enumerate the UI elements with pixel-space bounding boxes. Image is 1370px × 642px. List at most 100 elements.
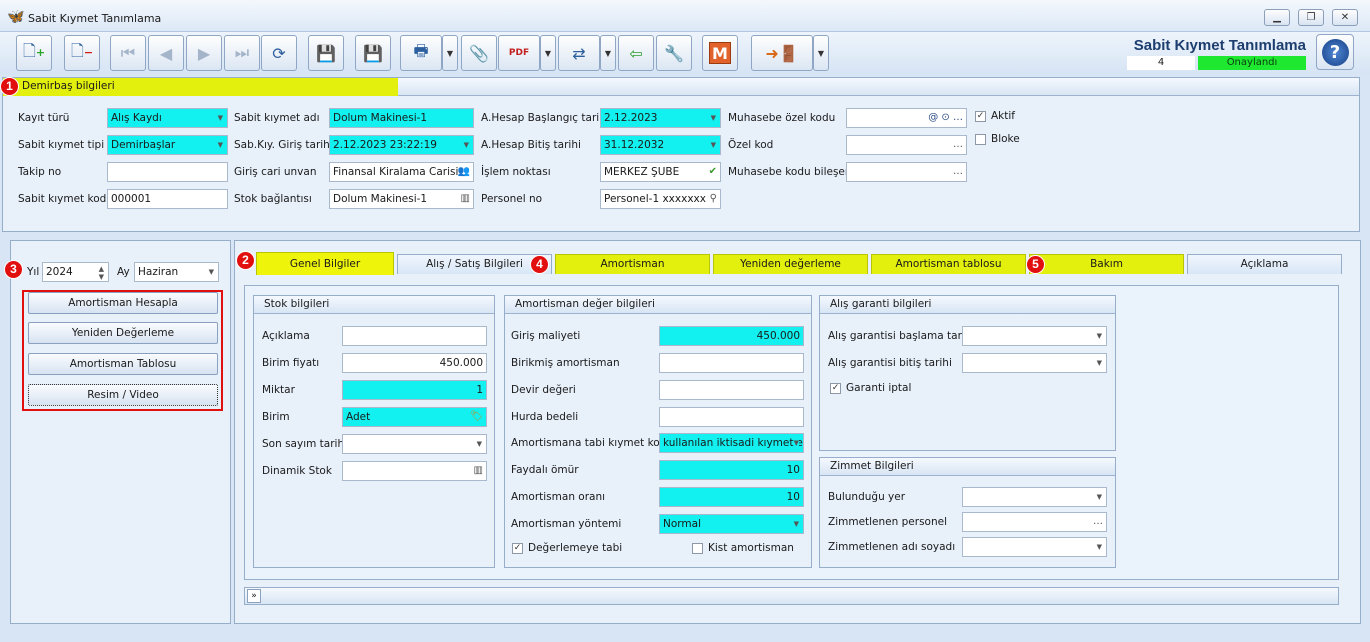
amortisman-yontemi-select[interactable]: Normal ▼: [659, 514, 804, 534]
amortisman-tablosu-button[interactable]: Amortisman Tablosu: [28, 353, 218, 375]
tabi-kiymet-kodu-select[interactable]: kullanılan iktisadi kıymetler ▼: [659, 433, 804, 453]
tag-icon[interactable]: 🏷: [470, 408, 483, 426]
giris-maliyeti-input[interactable]: 450.000: [659, 326, 804, 346]
son-sayim-picker[interactable]: ▼: [342, 434, 487, 454]
ellipsis-icon[interactable]: …: [953, 163, 963, 181]
zimmet-personel-input[interactable]: …: [962, 512, 1107, 532]
devir-degeri-input[interactable]: [659, 380, 804, 400]
new-record-button[interactable]: 🗋+: [16, 35, 52, 71]
stok-aciklama-input[interactable]: [342, 326, 487, 346]
degerlemeye-tabi-checkbox[interactable]: ✓: [512, 543, 523, 554]
sk-tipi-select[interactable]: Demirbaşlar ▼: [107, 135, 228, 155]
aktif-checkbox[interactable]: ✓: [975, 111, 986, 122]
bulundugu-yer-select[interactable]: ▼: [962, 487, 1107, 507]
import-button[interactable]: ⇦: [618, 35, 654, 71]
delete-record-button[interactable]: 🗋−: [64, 35, 100, 71]
muh-kodu-bileseni-input[interactable]: …: [846, 162, 967, 182]
check-icon[interactable]: ✔: [709, 163, 717, 181]
zimmet-title: Zimmet Bilgileri: [820, 458, 1115, 476]
sk-kodu-input[interactable]: 000001: [107, 189, 228, 209]
hurda-bedeli-input[interactable]: [659, 407, 804, 427]
cancel-save-button[interactable]: 💾: [355, 35, 391, 71]
kayit-turu-select[interactable]: Alış Kaydı ▼: [107, 108, 228, 128]
at-lookup-icon[interactable]: @ ⊙ …: [928, 109, 963, 127]
save-button[interactable]: 💾: [308, 35, 344, 71]
birikmis-amortisman-input[interactable]: [659, 353, 804, 373]
dinamik-stok-input[interactable]: ▥: [342, 461, 487, 481]
transfer-dropdown[interactable]: ▼: [600, 35, 616, 71]
kist-amortisman-checkbox[interactable]: [692, 543, 703, 554]
prev-record-button[interactable]: ◀: [148, 35, 184, 71]
next-record-button[interactable]: ▶: [186, 35, 222, 71]
expand-icon[interactable]: »: [247, 589, 261, 603]
print-button[interactable]: 🖶: [400, 35, 442, 71]
ellipsis-icon[interactable]: …: [953, 136, 963, 154]
tab-amortisman[interactable]: Amortisman: [555, 254, 710, 274]
personel-no-input[interactable]: Personel-1 xxxxxxx ⚲: [600, 189, 721, 209]
refresh-button[interactable]: ⟳: [261, 35, 297, 71]
garanti-baslama-picker[interactable]: ▼: [962, 326, 1107, 346]
demirbas-title: Demirbaş bilgileri: [22, 80, 115, 92]
people-icon[interactable]: 👥: [458, 163, 470, 181]
spin-icon: ▲ ▼: [98, 265, 104, 281]
exit-dropdown[interactable]: ▼: [813, 35, 829, 71]
attach-button[interactable]: 📎: [461, 35, 497, 71]
save-icon: 💾: [316, 43, 336, 63]
chevron-down-icon: ▼: [544, 48, 552, 58]
amortisman-orani-input[interactable]: 10: [659, 487, 804, 507]
ahesap-bitis-picker[interactable]: 31.12.2032 ▼: [600, 135, 721, 155]
ozel-kod-input[interactable]: …: [846, 135, 967, 155]
exit-button[interactable]: ➜🚪: [751, 35, 813, 71]
minimize-button[interactable]: ▁: [1264, 9, 1290, 26]
stok-baglantisi-input[interactable]: Dolum Makinesi-1 ▥: [329, 189, 474, 209]
pdf-dropdown[interactable]: ▼: [540, 35, 556, 71]
last-record-button[interactable]: ⏭: [224, 35, 260, 71]
tools-button[interactable]: 🔧: [656, 35, 692, 71]
person-search-icon[interactable]: ⚲: [710, 190, 717, 208]
giris-tarihi-picker[interactable]: 2.12.2023 23:22:19 ▼: [329, 135, 474, 155]
chevron-down-icon: ▼: [208, 268, 214, 276]
sk-adi-input[interactable]: Dolum Makinesi-1: [329, 108, 474, 128]
birim-input[interactable]: Adet 🏷: [342, 407, 487, 427]
garanti-bitis-picker[interactable]: ▼: [962, 353, 1107, 373]
tab-alis-satis[interactable]: Alış / Satış Bilgileri: [397, 254, 552, 274]
tab-yeniden-degerleme[interactable]: Yeniden değerleme: [713, 254, 868, 274]
first-record-button[interactable]: ⏮: [110, 35, 146, 71]
barcode-icon[interactable]: ▥: [461, 190, 470, 208]
amortisman-orani-label: Amortisman oranı: [511, 491, 606, 503]
pdf-export-button[interactable]: PDF: [498, 35, 540, 71]
ay-select[interactable]: Haziran ▼: [134, 262, 219, 282]
amortisman-hesapla-button[interactable]: Amortisman Hesapla: [28, 292, 218, 314]
miktar-input[interactable]: 1: [342, 380, 487, 400]
yil-spinner[interactable]: 2024 ▲ ▼: [42, 262, 109, 282]
amortisman-yontemi-label: Amortisman yöntemi: [511, 518, 622, 530]
dinamik-stok-label: Dinamik Stok: [262, 465, 332, 477]
birim-fiyati-input[interactable]: 450.000: [342, 353, 487, 373]
tab-aciklama[interactable]: Açıklama: [1187, 254, 1342, 274]
ahesap-baslangic-picker[interactable]: 2.12.2023 ▼: [600, 108, 721, 128]
barcode-icon[interactable]: ▥: [474, 462, 483, 480]
zimmet-adi-soyadi-select[interactable]: ▼: [962, 537, 1107, 557]
add-doc-icon: 🗋+: [22, 40, 46, 60]
transfer-button[interactable]: ⇄: [558, 35, 600, 71]
tab-bakim[interactable]: Bakım: [1029, 254, 1184, 274]
m-module-button[interactable]: M: [702, 35, 738, 71]
tab-genel-bilgiler[interactable]: Genel Bilgiler: [256, 252, 394, 275]
next-icon: ▶: [197, 43, 211, 63]
help-button[interactable]: ?: [1316, 34, 1354, 70]
muh-ozel-kodu-input[interactable]: @ ⊙ …: [846, 108, 967, 128]
print-dropdown[interactable]: ▼: [442, 35, 458, 71]
close-button[interactable]: ✕: [1332, 9, 1358, 26]
takip-no-input[interactable]: [107, 162, 228, 182]
cari-unvan-input[interactable]: Finansal Kiralama Carisi 👥: [329, 162, 474, 182]
resim-video-button[interactable]: Resim / Video: [28, 384, 218, 406]
faydali-omur-input[interactable]: 10: [659, 460, 804, 480]
islem-noktasi-input[interactable]: MERKEZ ŞUBE ✔: [600, 162, 721, 182]
maximize-button[interactable]: ❐: [1298, 9, 1324, 26]
collapse-bar[interactable]: »: [244, 587, 1339, 605]
ellipsis-icon[interactable]: …: [1093, 513, 1103, 531]
tab-amortisman-tablosu[interactable]: Amortisman tablosu: [871, 254, 1026, 274]
garanti-iptal-checkbox[interactable]: ✓: [830, 383, 841, 394]
bloke-checkbox[interactable]: [975, 134, 986, 145]
yeniden-degerleme-button[interactable]: Yeniden Değerleme: [28, 322, 218, 344]
